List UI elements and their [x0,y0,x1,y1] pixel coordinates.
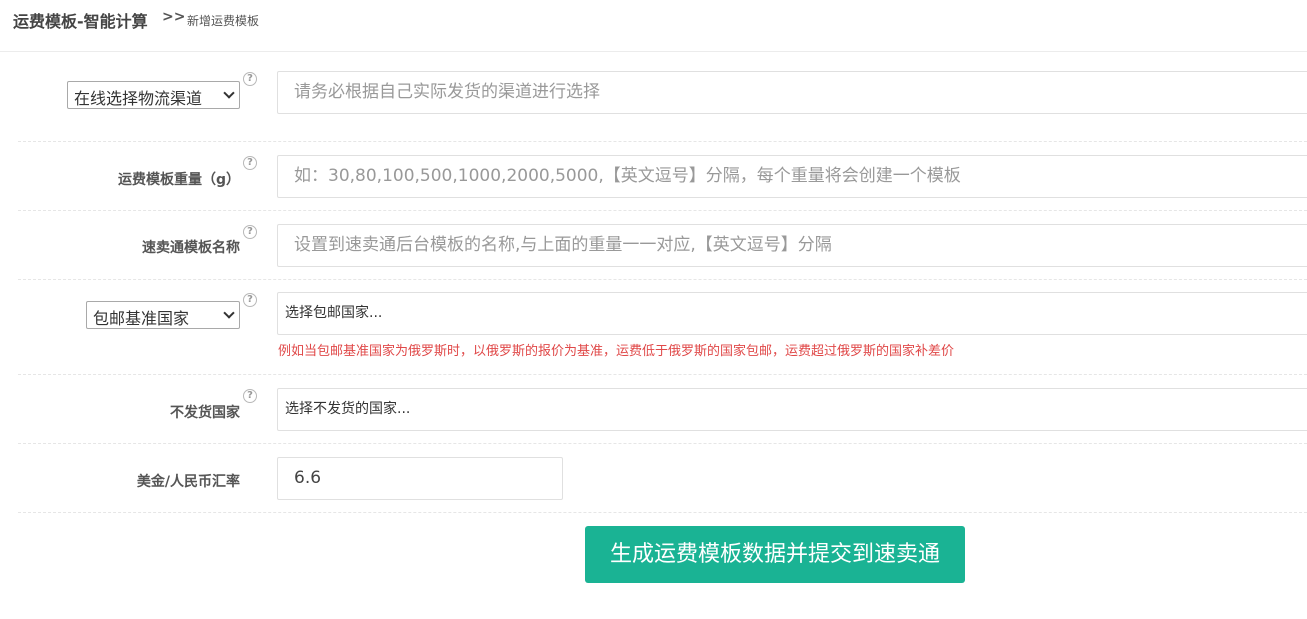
help-icon[interactable]: ? [243,72,257,86]
logistics-channel-select[interactable]: 在线选择物流渠道 [67,81,240,109]
page-header: 运费模板-智能计算 >> 新增运费模板 [0,0,1307,52]
channel-input[interactable]: 请务必根据自己实际发货的渠道进行选择 [277,71,1307,114]
base-country-select-value: 包邮基准国家 [93,309,190,328]
row-divider [18,512,1307,513]
chevron-down-icon [223,307,235,319]
row-divider [18,443,1307,444]
no-ship-label: 不发货国家 [170,405,240,421]
help-icon[interactable]: ? [243,156,257,170]
weight-input[interactable]: 如：30,80,100,500,1000,2000,5000,【英文逗号】分隔，… [277,155,1307,198]
weight-label: 运费模板重量（g） [117,172,240,188]
row-divider [18,141,1307,142]
base-country-select[interactable]: 包邮基准国家 [86,301,240,329]
breadcrumb-current: 新增运费模板 [187,14,260,28]
row-divider [18,279,1307,280]
free-shipping-country-chooser[interactable]: 选择包邮国家... [277,292,1307,335]
help-icon[interactable]: ? [243,293,257,307]
no-ship-country-chooser[interactable]: 选择不发货的国家... [277,388,1307,431]
row-divider [18,374,1307,375]
logistics-channel-select-value: 在线选择物流渠道 [74,89,203,108]
exchange-rate-input[interactable]: 6.6 [277,457,563,500]
template-name-label: 速卖通模板名称 [142,240,240,256]
base-country-hint: 例如当包邮基准国家为俄罗斯时，以俄罗斯的报价为基准，运费低于俄罗斯的国家包邮，运… [278,344,955,359]
help-icon[interactable]: ? [243,389,257,403]
page-title: 运费模板-智能计算 [13,12,148,31]
chevron-down-icon [223,87,235,99]
breadcrumb-separator: >> [162,9,186,25]
help-icon[interactable]: ? [243,225,257,239]
template-name-input[interactable]: 设置到速卖通后台模板的名称,与上面的重量一一对应,【英文逗号】分隔 [277,224,1307,267]
submit-button[interactable]: 生成运费模板数据并提交到速卖通 [585,526,965,583]
row-divider [18,210,1307,211]
exchange-rate-label: 美金/人民币汇率 [136,474,240,490]
